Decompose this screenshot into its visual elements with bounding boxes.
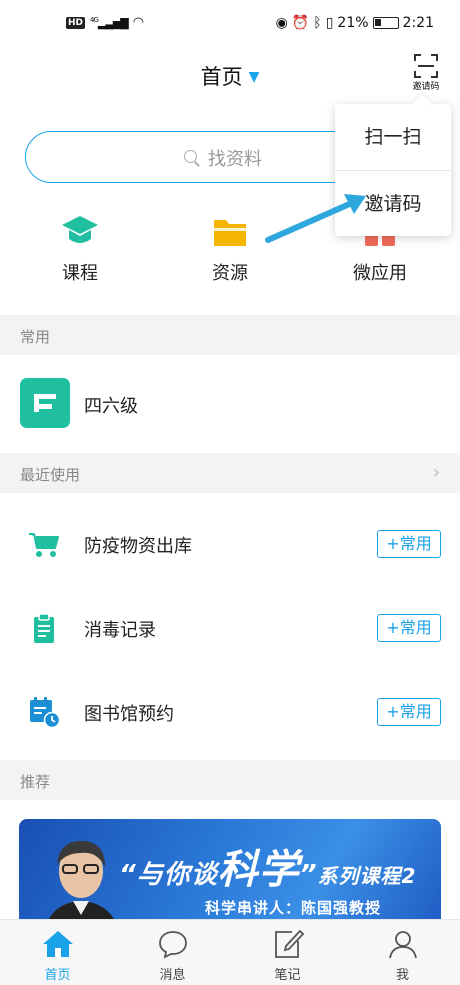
section-header-common: 常用	[0, 315, 460, 355]
chevron-right-icon: ›	[432, 462, 440, 483]
list-item[interactable]: 防疫物资出库 +常用	[0, 502, 460, 586]
bluetooth-icon: ᛒ	[313, 15, 322, 31]
add-to-common-button[interactable]: +常用	[377, 698, 441, 726]
nav-tab-notes[interactable]: 笔记	[230, 928, 345, 983]
add-to-common-button[interactable]: +常用	[377, 530, 441, 558]
clipboard-icon	[34, 613, 54, 643]
list-item[interactable]: 图书馆预约 +常用	[0, 670, 460, 754]
folder-icon	[214, 220, 246, 246]
section-header-recent[interactable]: 最近使用 ›	[0, 453, 460, 493]
page-title: 首页	[200, 65, 243, 89]
status-bar: HD 4G▂▃▅▇ ◠ ◉ ⏰ ᛒ ▯ 21% 2:21	[0, 0, 460, 52]
list-item[interactable]: 消毒记录 +常用	[0, 586, 460, 670]
menu-item-scan[interactable]: 扫一扫	[335, 104, 451, 170]
wifi-icon: ◠	[132, 15, 145, 30]
quick-action-resources[interactable]: 资源	[175, 212, 285, 285]
common-item-label: 四六级	[84, 396, 138, 417]
chevron-down-icon: ▼	[248, 69, 260, 85]
eye-icon: ◉	[275, 15, 288, 31]
vibrate-icon: ▯	[325, 15, 334, 31]
section-title: 最近使用	[20, 466, 81, 484]
calendar-clock-icon	[30, 697, 60, 728]
menu-item-invite-code[interactable]: 邀请码	[335, 170, 451, 236]
invite-code-button[interactable]: 邀请码	[408, 52, 444, 96]
common-item-cet[interactable]: 四六级	[0, 356, 460, 453]
banner-title-part: ”	[299, 860, 318, 890]
app-screen: HD 4G▂▃▅▇ ◠ ◉ ⏰ ᛒ ▯ 21% 2:21 首页 ▼ 邀请码 找资…	[0, 0, 460, 985]
search-placeholder: 找资料	[208, 149, 262, 170]
nav-tab-me[interactable]: 我	[345, 928, 460, 983]
quick-action-label: 微应用	[353, 263, 407, 284]
lecturer-photo	[44, 841, 119, 929]
quick-action-label: 课程	[62, 263, 98, 284]
page-title-dropdown[interactable]: 首页 ▼	[0, 61, 460, 91]
list-item-label: 防疫物资出库	[84, 536, 192, 557]
quick-action-courses[interactable]: 课程	[25, 212, 135, 285]
nav-tab-label: 首页	[44, 968, 71, 983]
section-header-recommend: 推荐	[0, 760, 460, 800]
section-title: 常用	[20, 328, 51, 346]
battery-icon	[372, 17, 399, 29]
chat-icon	[158, 931, 187, 959]
nav-tab-messages[interactable]: 消息	[115, 928, 230, 983]
section-title: 推荐	[20, 773, 51, 791]
banner-series: 系列课程2	[317, 864, 417, 888]
invite-code-label: 邀请码	[412, 82, 440, 92]
scan-icon	[414, 54, 438, 78]
cet-logo-icon	[20, 378, 70, 428]
alarm-icon: ⏰	[291, 15, 310, 31]
list-item-label: 图书馆预约	[84, 704, 174, 725]
recommend-banner[interactable]: “与你谈科学”系列课程2 科学串讲人：陈国强教授	[19, 819, 441, 929]
nav-tab-label: 笔记	[274, 968, 301, 983]
bottom-nav: 首页 消息 笔记 我	[0, 919, 460, 985]
cart-icon	[29, 533, 59, 557]
nav-tab-label: 消息	[159, 968, 186, 983]
search-placeholder-group: 找资料	[184, 145, 262, 171]
banner-title-big: 科学	[217, 847, 300, 893]
list-item-label: 消毒记录	[84, 620, 156, 641]
signal-icon: 4G▂▃▅▇	[90, 15, 129, 30]
search-icon	[184, 150, 200, 166]
popup-menu: 扫一扫 邀请码	[335, 104, 451, 236]
hd-badge: HD	[66, 16, 86, 29]
note-icon	[274, 929, 304, 958]
home-icon	[42, 931, 73, 957]
nav-tab-home[interactable]: 首页	[0, 928, 115, 983]
status-right: ◉ ⏰ ᛒ ▯ 21% 2:21	[276, 15, 434, 31]
nav-tab-label: 我	[395, 968, 409, 983]
person-icon	[388, 931, 417, 959]
status-left: HD 4G▂▃▅▇ ◠	[66, 15, 144, 30]
battery-percent: 21%	[337, 15, 369, 31]
top-bar: 首页 ▼ 邀请码	[0, 52, 460, 104]
banner-title: “与你谈科学”系列课程2	[119, 837, 416, 895]
graduation-cap-icon	[62, 216, 98, 243]
clock-time: 2:21	[402, 15, 434, 31]
banner-title-part: “与你谈	[119, 860, 218, 890]
add-to-common-button[interactable]: +常用	[377, 614, 441, 642]
quick-action-label: 资源	[212, 263, 248, 284]
banner-subtitle: 科学串讲人：陈国强教授	[205, 899, 382, 917]
